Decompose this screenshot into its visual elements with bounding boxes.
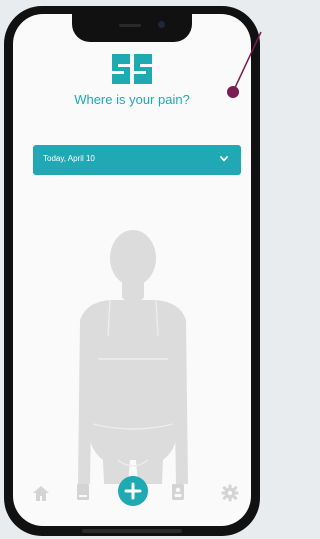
- tab-home[interactable]: [31, 484, 51, 502]
- home-indicator: [82, 529, 182, 533]
- brand-logo-icon: [112, 54, 152, 84]
- chevron-down-icon: [220, 156, 228, 162]
- date-select[interactable]: Today, April 10: [33, 145, 241, 175]
- tab-settings[interactable]: [221, 484, 239, 502]
- phone-notch: [72, 14, 192, 42]
- plus-icon: [124, 482, 142, 500]
- front-camera: [158, 21, 165, 28]
- page-title: Where is your pain?: [74, 92, 190, 107]
- body-figure[interactable]: [58, 224, 208, 484]
- annotation-pointer-icon: [227, 31, 262, 98]
- speaker-grille: [119, 24, 141, 27]
- book-icon: [77, 484, 89, 500]
- date-select-value: Today, April 10: [43, 154, 95, 163]
- tab-journal[interactable]: [76, 483, 90, 501]
- tab-profile[interactable]: [171, 483, 185, 501]
- home-icon: [33, 486, 49, 501]
- profile-card-icon: [172, 484, 184, 500]
- add-button[interactable]: [118, 476, 148, 506]
- gear-icon: [221, 484, 239, 502]
- app-screen: Where is your pain? Today, April 10: [13, 14, 251, 526]
